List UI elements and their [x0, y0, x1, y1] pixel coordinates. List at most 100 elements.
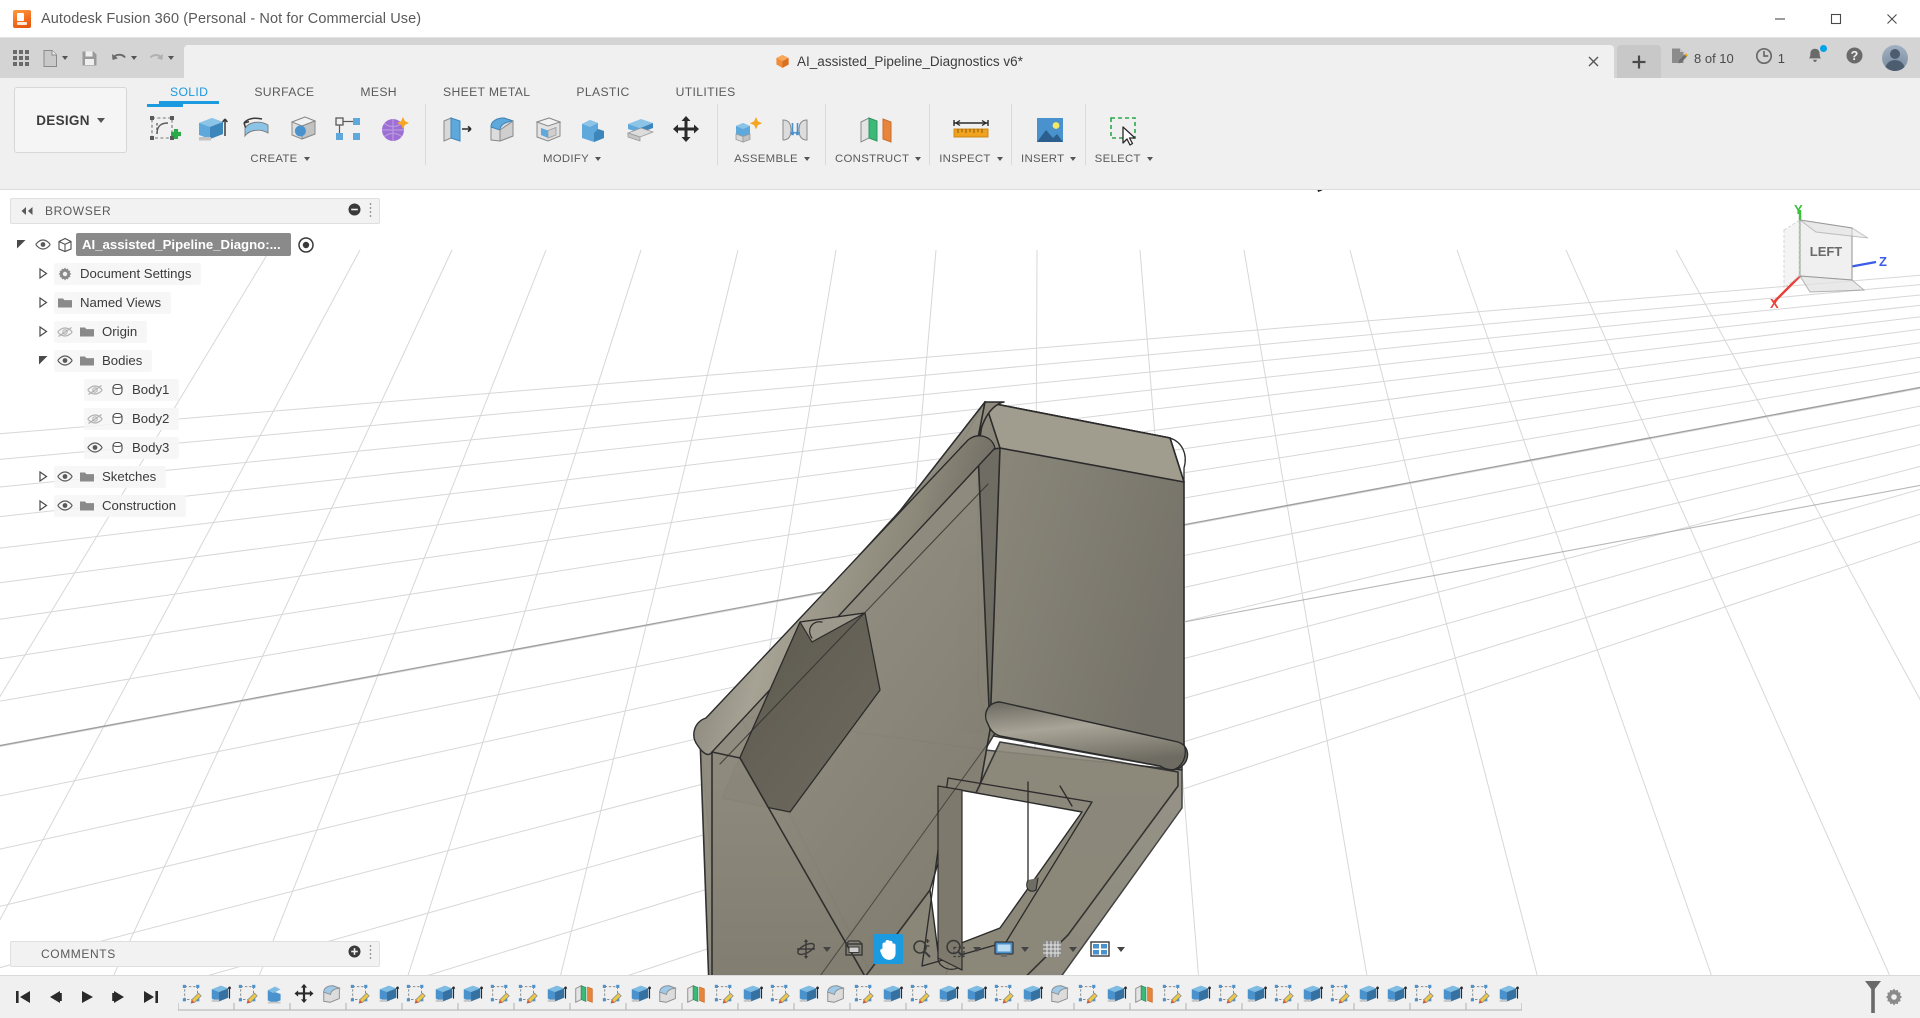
- new-component-icon[interactable]: [727, 108, 771, 152]
- offset-plane-icon[interactable]: [852, 108, 904, 152]
- zoom-icon[interactable]: [907, 934, 937, 964]
- timeline-feature-extrude[interactable]: [430, 982, 458, 1012]
- timeline-feature-extrude[interactable]: [1186, 982, 1214, 1012]
- chevron-down-icon[interactable]: [973, 946, 981, 952]
- ribbon-group-label-inspect[interactable]: INSPECT: [939, 153, 1003, 165]
- ribbon-group-label-modify[interactable]: MODIFY: [435, 153, 709, 165]
- tree-node-body2[interactable]: Body2: [10, 404, 380, 433]
- sweep-icon[interactable]: [281, 108, 325, 152]
- visibility-eye-hidden-icon[interactable]: [84, 413, 106, 425]
- expander-collapsed-icon[interactable]: [32, 500, 54, 511]
- expander-collapsed-icon[interactable]: [32, 268, 54, 279]
- timeline-feature-extrude[interactable]: [794, 982, 822, 1012]
- timeline-feature-extrude[interactable]: [1018, 982, 1046, 1012]
- save-button[interactable]: [74, 42, 104, 74]
- viewport-area[interactable]: BROWSER AI_assisted_Pipeline_Diagno:... …: [0, 190, 1920, 975]
- form-icon[interactable]: [373, 108, 417, 152]
- chevron-down-icon[interactable]: [1069, 946, 1077, 952]
- view-cube[interactable]: LEFT X Y Z: [1760, 202, 1890, 324]
- select-window-icon[interactable]: [1096, 108, 1152, 152]
- pan-icon[interactable]: [873, 934, 903, 964]
- step-forward-icon[interactable]: [104, 981, 134, 1013]
- grid-snaps-tool[interactable]: [1035, 934, 1083, 964]
- timeline-feature-extrude[interactable]: [934, 982, 962, 1012]
- expander-expanded-icon[interactable]: [10, 239, 32, 250]
- timeline-feature-extrude[interactable]: [1298, 982, 1326, 1012]
- create-sketch-icon[interactable]: [143, 104, 187, 152]
- timeline-feature-extrude[interactable]: [1494, 982, 1522, 1012]
- move-copy-icon[interactable]: [665, 108, 709, 152]
- expander-expanded-icon[interactable]: [32, 355, 54, 366]
- notifications-button[interactable]: [1797, 42, 1833, 74]
- tree-node-bodies[interactable]: Bodies: [10, 346, 380, 375]
- timeline-feature-extrude[interactable]: [1438, 982, 1466, 1012]
- double-chevron-left-icon[interactable]: [19, 206, 35, 216]
- play-icon[interactable]: [72, 981, 102, 1013]
- grid-snaps-icon[interactable]: [1037, 934, 1067, 964]
- timeline-feature-plane[interactable]: [682, 982, 710, 1012]
- timeline-feature-sketch[interactable]: [402, 982, 430, 1012]
- visibility-eye-icon[interactable]: [54, 355, 76, 366]
- timeline-feature-sketch[interactable]: [178, 982, 206, 1012]
- combine-icon[interactable]: [573, 108, 617, 152]
- panel-resize-handle[interactable]: [368, 202, 373, 220]
- timeline-feature-extrude[interactable]: [1354, 982, 1382, 1012]
- timeline-feature-sketch[interactable]: [234, 982, 262, 1012]
- timeline-feature-sketch[interactable]: [990, 982, 1018, 1012]
- ribbon-group-label-create[interactable]: CREATE: [143, 153, 417, 165]
- joint-icon[interactable]: [773, 108, 817, 152]
- timeline-settings-icon[interactable]: [1884, 987, 1920, 1007]
- visibility-eye-hidden-icon[interactable]: [54, 326, 76, 338]
- display-settings-icon[interactable]: [989, 934, 1019, 964]
- timeline-feature-extrude[interactable]: [626, 982, 654, 1012]
- user-avatar[interactable]: [1882, 45, 1908, 71]
- timeline-feature-sketch[interactable]: [906, 982, 934, 1012]
- tree-node-construction[interactable]: Construction: [10, 491, 380, 520]
- look-at-tool[interactable]: [837, 934, 871, 964]
- timeline-feature-extrude[interactable]: [374, 982, 402, 1012]
- step-back-icon[interactable]: [40, 981, 70, 1013]
- tab-close-icon[interactable]: [1584, 53, 1602, 71]
- timeline-feature-extrude[interactable]: [878, 982, 906, 1012]
- ribbon-group-label-construct[interactable]: CONSTRUCT: [835, 153, 922, 165]
- timeline-feature-plane[interactable]: [570, 982, 598, 1012]
- display-settings-tool[interactable]: [987, 934, 1035, 964]
- minimize-button[interactable]: [1752, 0, 1808, 38]
- timeline-feature-extrude[interactable]: [738, 982, 766, 1012]
- timeline-feature-sketch[interactable]: [850, 982, 878, 1012]
- visibility-eye-icon[interactable]: [32, 239, 54, 250]
- timeline-feature-sketch[interactable]: [1158, 982, 1186, 1012]
- timeline-feature-sketch[interactable]: [346, 982, 374, 1012]
- ribbon-tab-solid[interactable]: SOLID: [147, 80, 231, 104]
- tree-node-named-views[interactable]: Named Views: [10, 288, 380, 317]
- timeline-feature-extrude[interactable]: [962, 982, 990, 1012]
- undo-button[interactable]: [106, 42, 141, 74]
- new-file-button[interactable]: [38, 42, 72, 74]
- pattern-icon[interactable]: [327, 108, 371, 152]
- tree-node-sketches[interactable]: Sketches: [10, 462, 380, 491]
- visibility-eye-hidden-icon[interactable]: [84, 384, 106, 396]
- timeline-feature-extrude[interactable]: [206, 982, 234, 1012]
- app-grid-icon[interactable]: [6, 42, 36, 74]
- chevron-down-icon[interactable]: [1117, 946, 1125, 952]
- ribbon-group-label-select[interactable]: SELECT: [1095, 153, 1153, 165]
- chevron-down-icon[interactable]: [1021, 946, 1029, 952]
- ribbon-tab-sheet-metal[interactable]: SHEET METAL: [420, 80, 553, 104]
- orbit-icon[interactable]: [791, 934, 821, 964]
- timeline-feature-sketch[interactable]: [1326, 982, 1354, 1012]
- timeline-feature-sketch[interactable]: [1410, 982, 1438, 1012]
- zoom-tool[interactable]: [905, 934, 939, 964]
- version-history-button[interactable]: 1: [1746, 42, 1794, 74]
- timeline-feature-sketch[interactable]: [598, 982, 626, 1012]
- activate-component-icon[interactable]: [295, 236, 317, 253]
- visibility-eye-icon[interactable]: [54, 471, 76, 482]
- new-tab-button[interactable]: [1617, 45, 1661, 78]
- expander-collapsed-icon[interactable]: [32, 297, 54, 308]
- timeline-feature-sketch[interactable]: [766, 982, 794, 1012]
- timeline-feature-fillet[interactable]: [654, 982, 682, 1012]
- viewports-tool[interactable]: [1083, 934, 1131, 964]
- timeline-feature-extrude[interactable]: [542, 982, 570, 1012]
- ribbon-group-label-assemble[interactable]: ASSEMBLE: [727, 153, 817, 165]
- ribbon-group-label-insert[interactable]: INSERT: [1021, 153, 1077, 165]
- ribbon-tab-mesh[interactable]: MESH: [337, 80, 420, 104]
